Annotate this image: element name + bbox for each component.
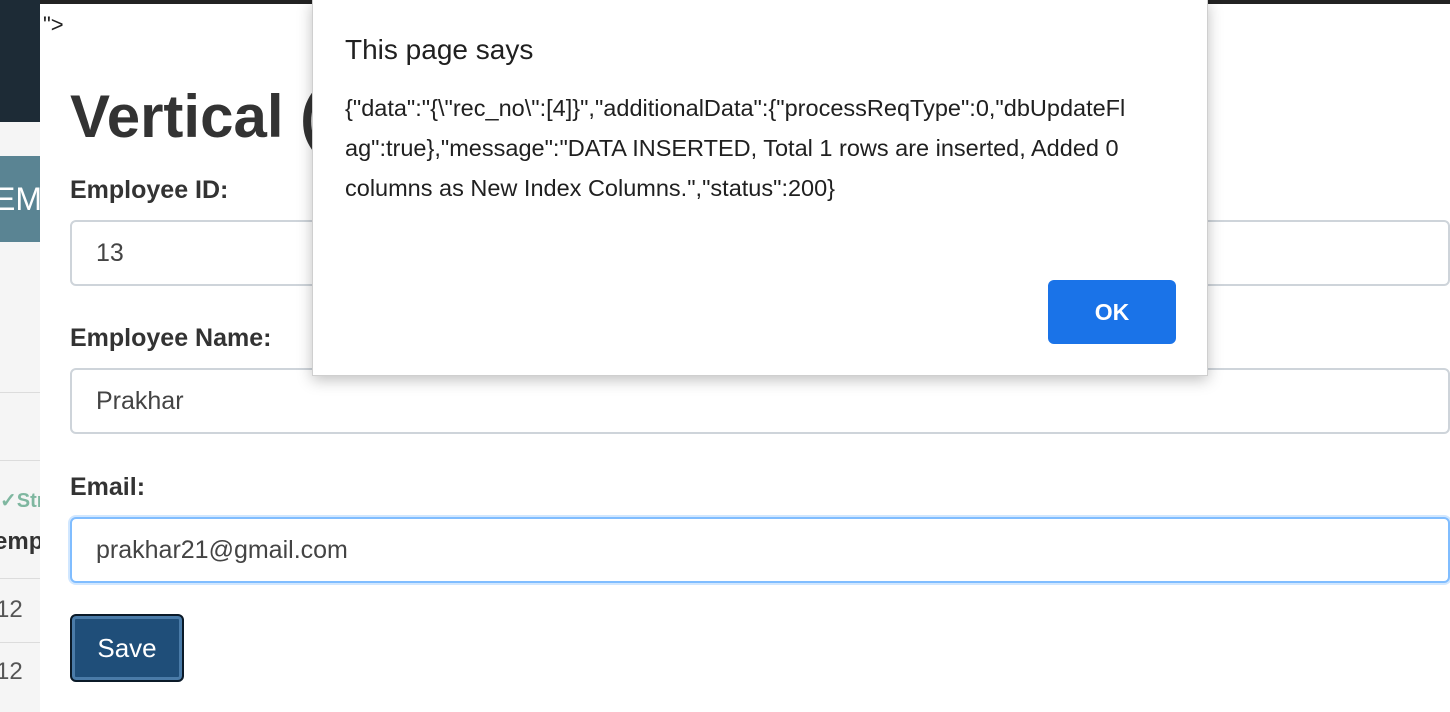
background-table-row: 12 [0,658,40,686]
ok-button[interactable]: OK [1048,280,1176,344]
employee-id-label: Employee ID: [70,176,229,204]
email-input[interactable] [70,517,1450,583]
background-row-cell: 12 [0,658,23,685]
background-divider [0,578,40,579]
employee-name-input[interactable] [70,368,1450,434]
background-app: EM ✓Str emp 12 12 [0,0,40,712]
employee-name-label: Employee Name: [70,324,272,352]
save-button[interactable]: Save [70,614,184,682]
email-label: Email: [70,473,146,501]
background-divider [0,642,40,643]
background-divider [0,460,40,461]
background-column-header: emp [0,528,40,556]
alert-message: {"data":"{\"rec_no\":[4]}","additionalDa… [345,95,1126,201]
background-table-row: 12 [0,596,40,624]
background-header-tile-text: EM [0,181,40,217]
background-header-tile: EM [0,156,40,242]
background-section-label: ✓Str [0,488,40,513]
background-row-cell: 12 [0,596,23,623]
alert-dialog: This page says {"data":"{\"rec_no\":[4]}… [312,0,1208,376]
alert-title: This page says [345,34,534,65]
stray-markup-text: "> [43,12,64,37]
background-navbar [0,0,40,122]
background-divider [0,392,40,393]
brush-icon: ✓ [0,490,17,512]
background-column-header-text: emp [0,528,40,555]
form-title: Vertical ( [70,83,321,150]
background-section-label-text: Str [16,490,40,512]
